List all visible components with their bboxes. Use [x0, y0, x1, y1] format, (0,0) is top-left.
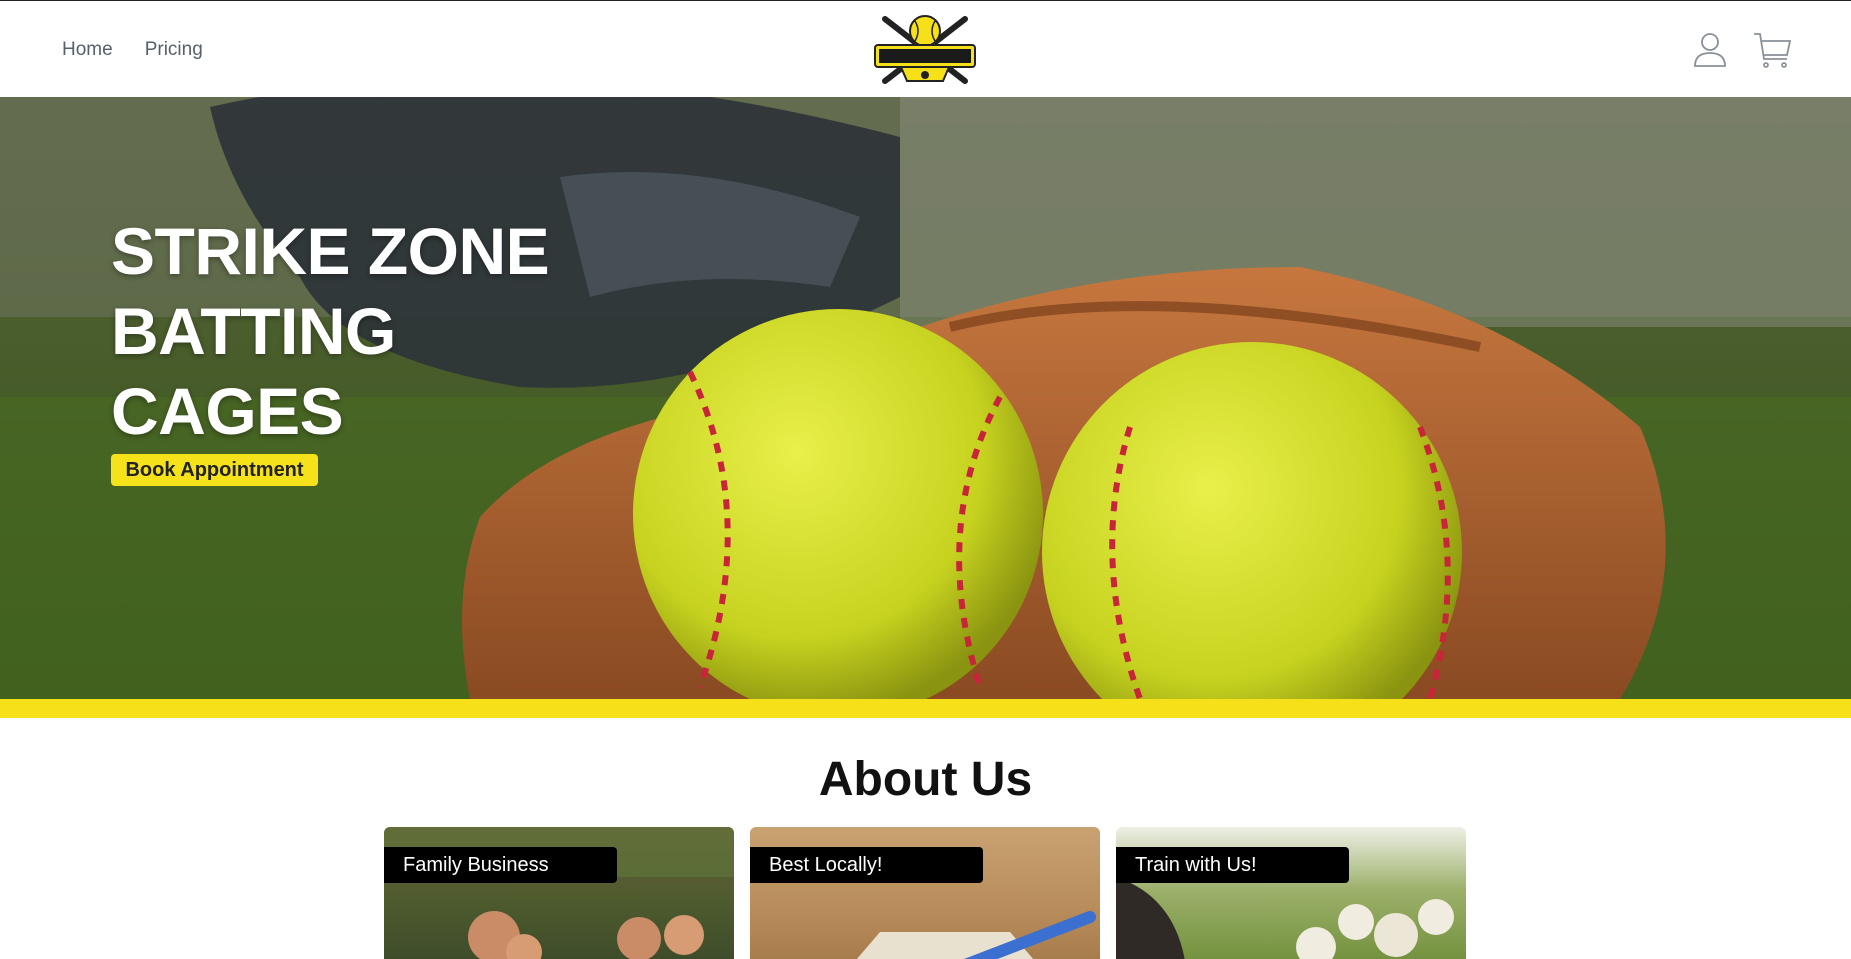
nav-pricing-link[interactable]: Pricing [145, 39, 203, 61]
about-card-family-business[interactable]: Family Business [384, 827, 734, 959]
hero-section: STRIKE ZONE BATTING CAGES Book Appointme… [0, 97, 1851, 699]
book-appointment-button[interactable]: Book Appointment [111, 454, 318, 486]
user-icon[interactable] [1690, 29, 1730, 69]
about-us-heading: About Us [818, 753, 1033, 806]
accent-divider [0, 699, 1851, 718]
nav-home-link[interactable]: Home [62, 39, 113, 61]
about-card-best-locally[interactable]: Best Locally! [750, 827, 1100, 959]
card-label: Train with Us! [1116, 847, 1349, 883]
site-header: Home Pricing [0, 0, 1851, 97]
hero-title: STRIKE ZONE BATTING CAGES [111, 214, 550, 448]
card-label: Best Locally! [750, 847, 983, 883]
cart-icon[interactable] [1752, 29, 1792, 69]
card-label: Family Business [384, 847, 617, 883]
site-logo[interactable] [873, 11, 977, 89]
main-nav: Home Pricing [62, 39, 203, 61]
about-card-train-with-us[interactable]: Train with Us! [1116, 827, 1466, 959]
